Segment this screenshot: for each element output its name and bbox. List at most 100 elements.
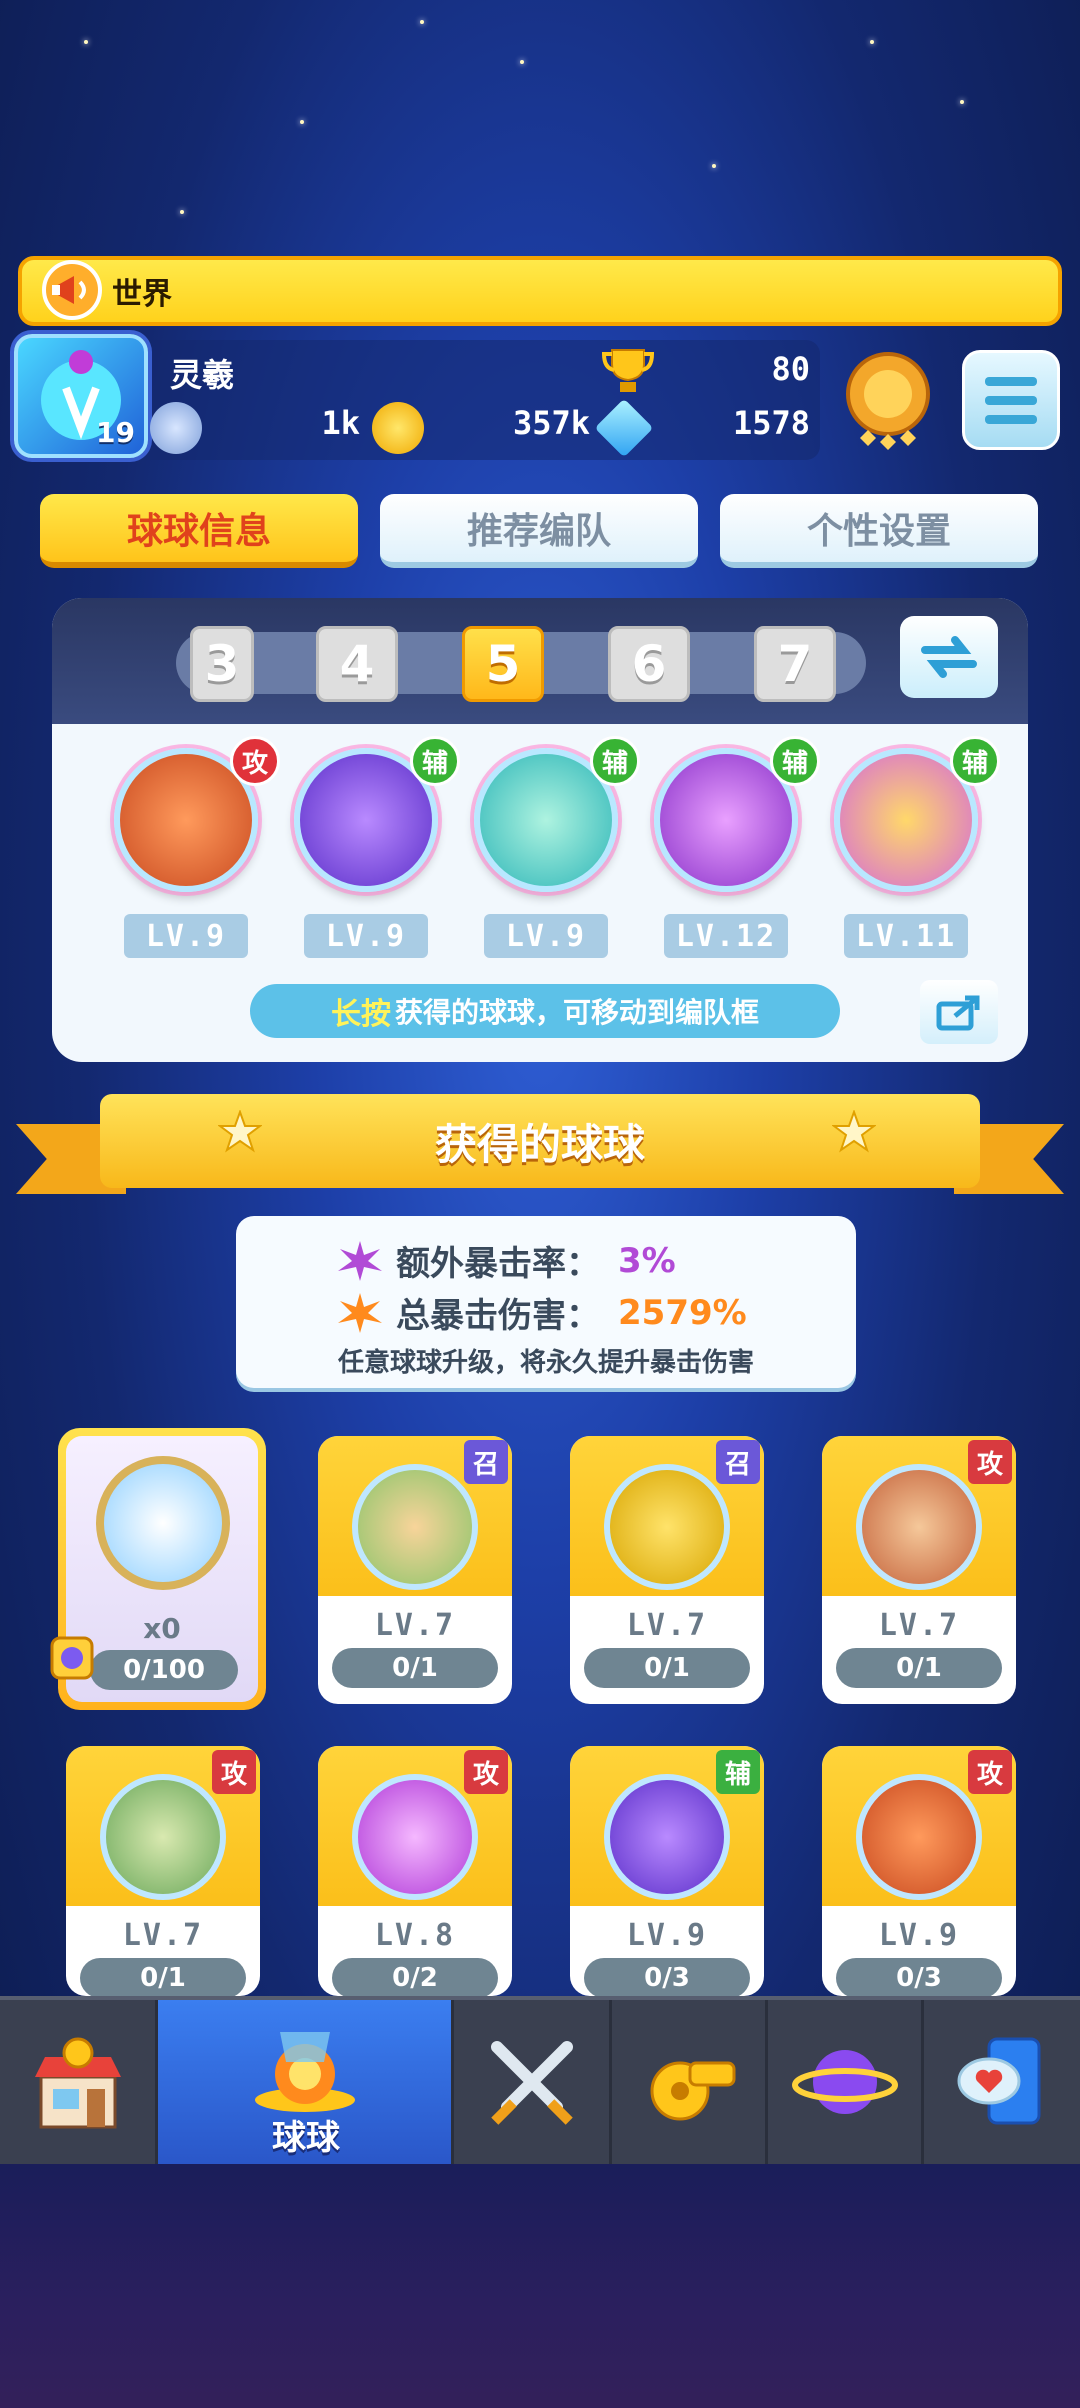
- menu-line: [985, 376, 1037, 386]
- hint-text: 获得的球球，可移动到编队框: [394, 996, 759, 1029]
- team-slot-4[interactable]: 4: [316, 626, 398, 702]
- nav-shop[interactable]: [0, 2000, 158, 2164]
- star-icon: [218, 1110, 262, 1153]
- player-level: 19: [96, 416, 135, 449]
- lightning-ball-icon: [604, 1774, 730, 1900]
- team-ball-level: LV.12: [664, 914, 788, 958]
- world-chat-banner[interactable]: 世界: [18, 256, 1062, 326]
- share-icon: [936, 995, 980, 1031]
- crit-damage-value: 2579%: [618, 1292, 747, 1333]
- role-tag: 攻: [968, 1750, 1012, 1794]
- ball-card[interactable]: 辅 LV.9 0/3: [570, 1746, 764, 1996]
- battle-swords-icon: [490, 2041, 573, 2125]
- social-chat-icon: [957, 2037, 1041, 2125]
- role-tag: 攻: [464, 1750, 508, 1794]
- team-slot-5[interactable]: 5: [462, 626, 544, 702]
- crit-rate-label: 额外暴击率：: [396, 1244, 600, 1284]
- card-count: 0/1: [836, 1648, 1002, 1688]
- ball-card[interactable]: 召 LV.7 0/1: [318, 1436, 512, 1704]
- card-count: 0/1: [584, 1648, 750, 1688]
- role-badge: 辅: [590, 736, 640, 786]
- tab-ball-info[interactable]: 球球信息: [40, 494, 358, 568]
- star-icon: [832, 1110, 876, 1153]
- card-count: 0/1: [80, 1958, 246, 1996]
- team-ball-level: LV.9: [304, 914, 428, 958]
- player-name: 灵羲: [170, 356, 235, 394]
- long-press-hint: 长按 获得的球球，可移动到编队框: [250, 984, 840, 1038]
- whistle-icon: [650, 2061, 735, 2121]
- hunter-ball-icon: [100, 1774, 226, 1900]
- megaphone-icon: [42, 260, 102, 320]
- ball-card[interactable]: 召 LV.7 0/1: [570, 1436, 764, 1704]
- card-level: LV.7: [626, 1608, 708, 1643]
- puzzle-icon: [50, 1636, 94, 1680]
- shop-icon: [34, 2037, 121, 2129]
- team-ball-level: LV.9: [124, 914, 248, 958]
- world-chat-label: 世界: [112, 277, 172, 312]
- balls-icon: [254, 2032, 355, 2112]
- card-level: LV.8: [374, 1918, 456, 1953]
- crit-slash-icon: [338, 1292, 382, 1333]
- ball-card[interactable]: 攻 LV.8 0/2: [318, 1746, 512, 1996]
- card-level: LV.7: [878, 1608, 960, 1643]
- silver-amount: 1k: [321, 404, 360, 442]
- share-button[interactable]: [920, 980, 998, 1044]
- card-level: LV.9: [878, 1918, 960, 1953]
- nav-balls-label: 球球: [272, 2118, 340, 2158]
- card-level: LV.7: [374, 1608, 456, 1643]
- crit-stats-box: 额外暴击率： 3% 总暴击伤害： 2579% 任意球球升级，将永久提升暴击伤害: [236, 1216, 856, 1388]
- team-slot-6[interactable]: 6: [608, 626, 690, 702]
- card-count: 0/2: [332, 1958, 498, 1996]
- nav-social[interactable]: [924, 2000, 1080, 2164]
- team-ball-level: LV.11: [844, 914, 968, 958]
- gem-amount: 1578: [732, 404, 810, 442]
- role-tag: 召: [716, 1440, 760, 1484]
- role-badge: 攻: [230, 736, 280, 786]
- trophy-icon: [601, 349, 655, 392]
- crit-burst-icon: [338, 1240, 382, 1281]
- menu-line: [985, 414, 1037, 424]
- planet-icon: [791, 2050, 898, 2114]
- role-badge: 辅: [770, 736, 820, 786]
- nav-battle[interactable]: [454, 2000, 612, 2164]
- fish-ball-icon: [352, 1774, 478, 1900]
- nav-whistle[interactable]: [612, 2000, 768, 2164]
- card-count: 0/3: [836, 1958, 1002, 1996]
- crit-damage-label: 总暴击伤害：: [396, 1296, 600, 1336]
- crit-rate-row: 额外暴击率： 3%: [336, 1236, 676, 1285]
- dog-ball-icon: [604, 1464, 730, 1590]
- crit-note: 任意球球升级，将永久提升暴击伤害: [337, 1348, 754, 1378]
- ball-card[interactable]: 攻 LV.7 0/1: [822, 1436, 1016, 1704]
- role-badge: 辅: [410, 736, 460, 786]
- special-progress: 0/100: [90, 1650, 238, 1690]
- team-slot-3[interactable]: 3: [190, 626, 254, 702]
- gold-amount: 357k: [512, 404, 590, 442]
- menu-button[interactable]: [962, 350, 1060, 450]
- menu-line: [985, 395, 1037, 405]
- rank-medal-icon[interactable]: [840, 350, 936, 454]
- card-level: LV.9: [626, 1918, 708, 1953]
- refresh-ball-icon: [96, 1456, 230, 1590]
- role-tag: 攻: [212, 1750, 256, 1794]
- team-ball-level: LV.9: [484, 914, 608, 958]
- tab-recommended-team[interactable]: 推荐编队: [380, 494, 698, 568]
- nav-planet[interactable]: [768, 2000, 924, 2164]
- role-tag: 辅: [716, 1750, 760, 1794]
- card-level: LV.7: [122, 1918, 204, 1953]
- ball-card[interactable]: 攻 LV.7 0/1: [66, 1746, 260, 1996]
- role-tag: 召: [464, 1440, 508, 1484]
- tab-personal-settings[interactable]: 个性设置: [720, 494, 1038, 568]
- card-count: 0/1: [332, 1648, 498, 1688]
- scenery-ground: [0, 2164, 1080, 2408]
- role-tag: 攻: [968, 1440, 1012, 1484]
- ball-card[interactable]: 攻 LV.9 0/3: [822, 1746, 1016, 1996]
- bear-ball-icon: [856, 1464, 982, 1590]
- infinity-ball-icon: [856, 1774, 982, 1900]
- hint-highlight: 长按: [330, 997, 391, 1032]
- team-slot-7[interactable]: 7: [754, 626, 836, 702]
- crit-rate-value: 3%: [618, 1240, 676, 1281]
- role-badge: 辅: [950, 736, 1000, 786]
- swap-team-button[interactable]: [900, 616, 998, 698]
- card-count: 0/3: [584, 1958, 750, 1996]
- crit-damage-row: 总暴击伤害： 2579%: [336, 1288, 747, 1337]
